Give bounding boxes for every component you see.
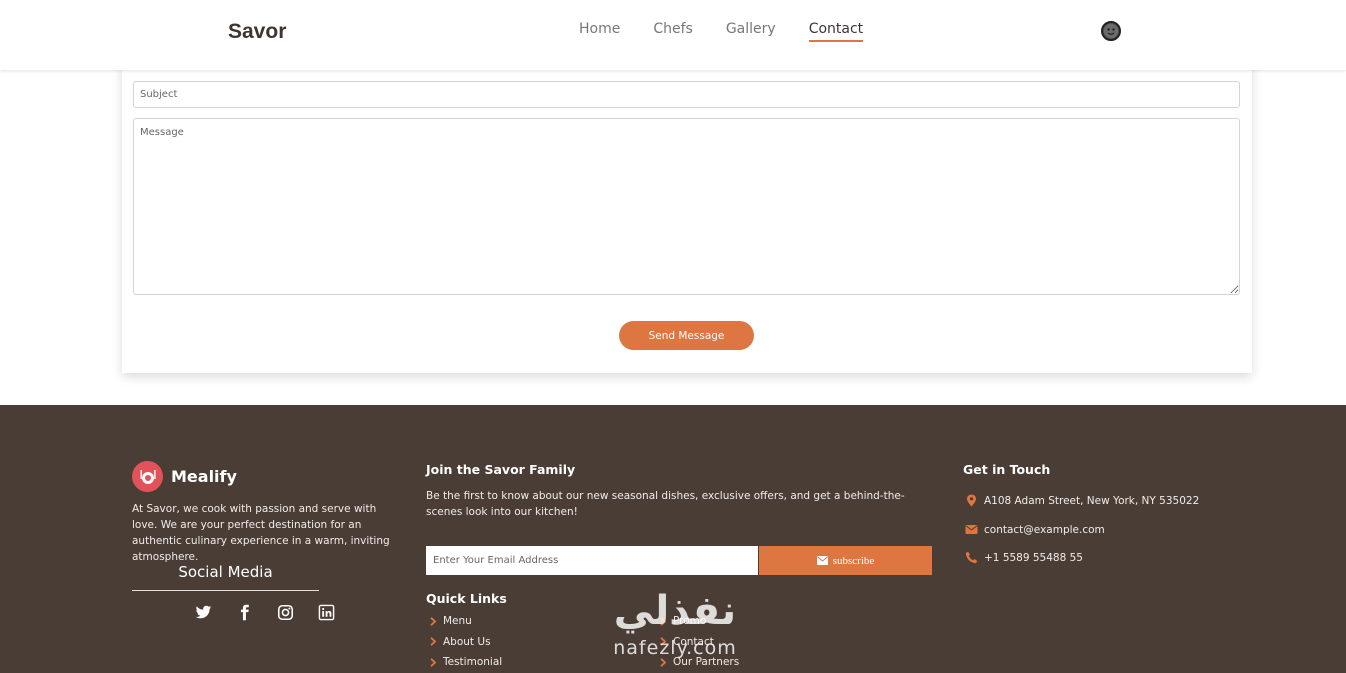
twitter-icon[interactable] (195, 604, 212, 621)
site-header: Savor Home Chefs Gallery Contact (0, 0, 1346, 70)
social-icons (195, 604, 335, 621)
subscribe-label: subscribe (832, 554, 875, 567)
quick-links-column-1: Menu About Us Testimonial (430, 613, 502, 671)
moon-face-icon (1104, 24, 1118, 38)
quick-link-label: Menu (443, 615, 472, 628)
quick-link-partners[interactable]: Our Partners (660, 654, 739, 671)
instagram-icon[interactable] (277, 604, 294, 621)
plate-icon (132, 461, 163, 492)
nav-chefs[interactable]: Chefs (653, 21, 692, 42)
chevron-right-icon (430, 616, 437, 626)
chevron-right-icon (430, 637, 437, 647)
quick-link-label: Contact (673, 635, 714, 648)
quick-link-label: Testimonial (443, 656, 503, 669)
contact-email: contact@example.com (965, 523, 1105, 536)
quick-link-label: Promo (673, 615, 707, 628)
subject-input[interactable] (133, 81, 1240, 108)
quick-link-label: Our Partners (673, 656, 740, 669)
main-nav: Home Chefs Gallery Contact (579, 21, 864, 42)
quick-link-promo[interactable]: Promo (660, 613, 739, 630)
quick-link-testimonial[interactable]: Testimonial (430, 654, 502, 671)
quick-link-label: About Us (443, 635, 491, 648)
footer-logo[interactable]: Mealify (132, 461, 237, 492)
nav-contact[interactable]: Contact (808, 21, 864, 42)
send-message-button[interactable]: Send Message (619, 321, 754, 350)
social-media-title: Social Media (132, 563, 319, 591)
quick-links-title: Quick Links (426, 591, 507, 606)
map-marker-icon (967, 494, 976, 507)
chevron-right-icon (430, 657, 437, 667)
email-text[interactable]: contact@example.com (984, 524, 1105, 536)
linkedin-icon[interactable] (318, 604, 335, 621)
message-textarea[interactable] (133, 118, 1240, 295)
nav-home[interactable]: Home (579, 21, 620, 42)
chevron-right-icon (660, 657, 667, 667)
quick-link-contact[interactable]: Contact (660, 634, 739, 651)
chevron-right-icon (660, 637, 667, 647)
quick-link-menu[interactable]: Menu (430, 613, 502, 630)
get-in-touch-title: Get in Touch (963, 462, 1051, 477)
join-title: Join the Savor Family (426, 462, 576, 477)
address-text: A108 Adam Street, New York, NY 535022 (984, 494, 1200, 507)
site-footer: Mealify At Savor, we cook with passion a… (0, 405, 1346, 673)
join-text: Be the first to know about our new seaso… (426, 490, 905, 518)
newsletter-email-input[interactable] (426, 546, 758, 575)
contact-address: A108 Adam Street, New York, NY 535022 (965, 494, 1199, 507)
quick-links-column-2: Promo Contact Our Partners (660, 613, 739, 671)
envelope-icon (816, 556, 828, 565)
quick-link-about[interactable]: About Us (430, 634, 502, 651)
phone-icon (965, 551, 978, 564)
facebook-icon[interactable] (236, 604, 253, 621)
footer-about-text: At Savor, we cook with passion and serve… (132, 503, 390, 563)
theme-toggle-button[interactable] (1101, 21, 1121, 41)
nav-gallery[interactable]: Gallery (726, 21, 776, 42)
footer-logo-text: Mealify (171, 467, 237, 486)
contact-form-card: Send Message (122, 50, 1252, 373)
subscribe-button[interactable]: subscribe (759, 546, 932, 575)
chevron-right-icon (660, 616, 667, 626)
envelope-icon (965, 525, 978, 534)
phone-text[interactable]: +1 5589 55488 55 (984, 552, 1083, 564)
contact-phone: +1 5589 55488 55 (965, 551, 1083, 564)
brand-logo-text[interactable]: Savor (228, 20, 286, 44)
